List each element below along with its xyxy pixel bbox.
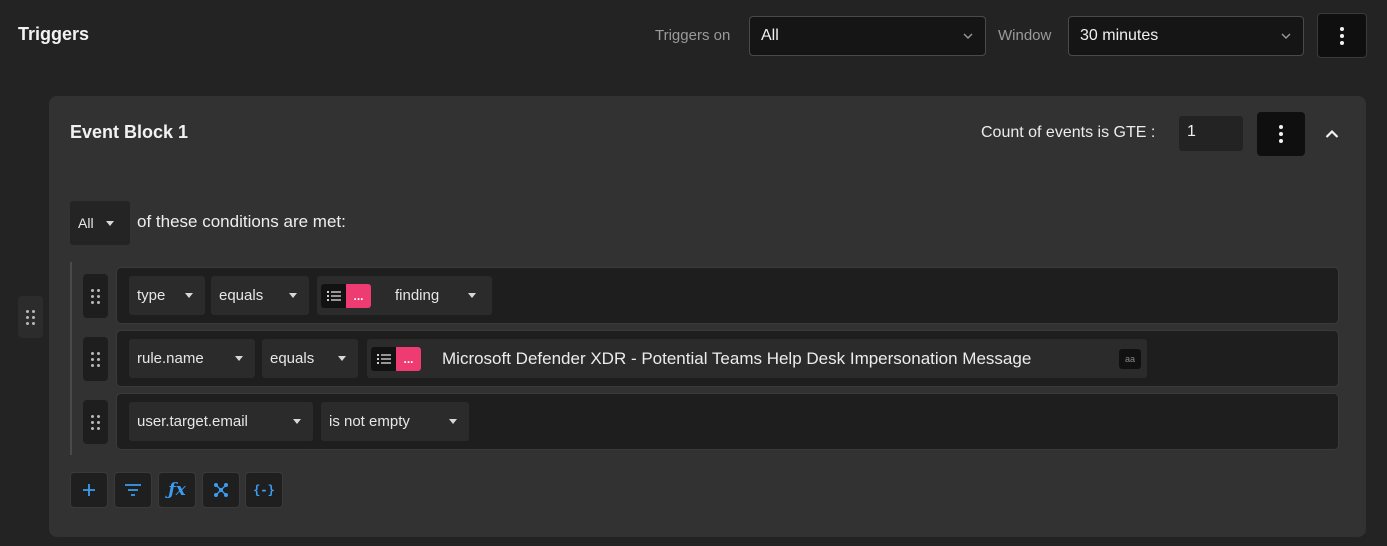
group-drag-handle[interactable] bbox=[18, 296, 43, 338]
caret-down-icon bbox=[235, 356, 243, 361]
condition-2-operator: equals bbox=[270, 350, 315, 367]
caret-down-icon bbox=[449, 419, 457, 424]
list-icon bbox=[326, 290, 341, 301]
triggers-on-select[interactable]: All bbox=[749, 16, 986, 56]
condition-3-operator: is not empty bbox=[329, 413, 410, 430]
conditions-text: of these conditions are met: bbox=[137, 212, 346, 231]
chevron-down-icon bbox=[1281, 33, 1291, 39]
page-title: Triggers bbox=[18, 24, 90, 44]
chevron-up-icon bbox=[1325, 129, 1339, 138]
tree-line bbox=[70, 262, 72, 455]
window-value: 30 minutes bbox=[1080, 27, 1159, 44]
row-3-drag-handle[interactable] bbox=[83, 400, 108, 444]
variable-icon: {-} bbox=[253, 483, 275, 497]
window-label: Window bbox=[998, 27, 1052, 44]
more-vertical-icon bbox=[1279, 125, 1283, 143]
condition-1-field-select[interactable]: type bbox=[129, 276, 205, 315]
condition-2-operator-select[interactable]: equals bbox=[262, 339, 358, 378]
add-filter-button[interactable] bbox=[114, 472, 152, 508]
caret-down-icon bbox=[105, 220, 114, 226]
condition-1-operator: equals bbox=[219, 287, 264, 304]
row-1-drag-handle[interactable] bbox=[83, 274, 108, 318]
caret-down-icon bbox=[185, 293, 193, 298]
count-label: Count of events is GTE : bbox=[981, 124, 1156, 141]
value-type-badge[interactable]: ... bbox=[396, 346, 421, 371]
filter-icon bbox=[125, 484, 141, 496]
add-group-button[interactable] bbox=[202, 472, 240, 508]
window-select[interactable]: 30 minutes bbox=[1068, 16, 1304, 56]
condition-1-value-group: ... finding bbox=[317, 276, 492, 315]
condition-1-value-select[interactable]: finding bbox=[371, 287, 492, 304]
condition-row-2: rule.name equals ... Microsoft Defender … bbox=[116, 330, 1339, 387]
more-vertical-icon bbox=[1340, 26, 1344, 45]
plus-icon bbox=[83, 484, 95, 496]
network-icon bbox=[214, 483, 228, 497]
chevron-down-icon bbox=[963, 33, 973, 39]
caret-down-icon bbox=[468, 293, 476, 298]
list-icon bbox=[376, 353, 391, 364]
condition-2-value: Microsoft Defender XDR - Potential Teams… bbox=[442, 348, 1032, 368]
caret-down-icon bbox=[293, 419, 301, 424]
event-block-title: Event Block 1 bbox=[70, 122, 189, 142]
triggers-on-label: Triggers on bbox=[655, 27, 731, 44]
condition-row-1: type equals ... finding bbox=[116, 267, 1339, 324]
value-type-badge[interactable]: ... bbox=[346, 283, 371, 308]
condition-3-field: user.target.email bbox=[137, 413, 248, 430]
triggers-on-value: All bbox=[761, 27, 779, 44]
condition-1-field: type bbox=[137, 287, 166, 304]
match-mode-value: All bbox=[78, 215, 94, 231]
drag-handle-icon bbox=[91, 351, 100, 367]
function-icon: ƒx bbox=[168, 480, 186, 500]
count-input[interactable]: 1 bbox=[1179, 116, 1243, 151]
add-variable-button[interactable]: {-} bbox=[245, 472, 283, 508]
caret-down-icon bbox=[289, 293, 297, 298]
row-2-drag-handle[interactable] bbox=[83, 337, 108, 381]
condition-3-field-select[interactable]: user.target.email bbox=[129, 402, 313, 441]
caret-down-icon bbox=[338, 356, 346, 361]
collapse-button[interactable] bbox=[1320, 124, 1344, 144]
list-type-button[interactable] bbox=[321, 283, 346, 308]
condition-1-value: finding bbox=[395, 287, 440, 304]
condition-2-field: rule.name bbox=[137, 350, 204, 367]
event-block-more-button[interactable] bbox=[1257, 112, 1305, 156]
add-condition-button[interactable] bbox=[70, 472, 108, 508]
match-mode-select[interactable]: All bbox=[70, 201, 130, 245]
condition-2-field-select[interactable]: rule.name bbox=[129, 339, 255, 378]
drag-handle-icon bbox=[91, 414, 100, 430]
condition-3-operator-select[interactable]: is not empty bbox=[321, 402, 469, 441]
condition-2-value-input[interactable]: Microsoft Defender XDR - Potential Teams… bbox=[421, 348, 1147, 369]
condition-1-operator-select[interactable]: equals bbox=[211, 276, 309, 315]
list-type-button[interactable] bbox=[371, 346, 396, 371]
header-more-button[interactable] bbox=[1317, 13, 1367, 58]
condition-row-3: user.target.email is not empty bbox=[116, 393, 1339, 450]
drag-handle-icon bbox=[91, 288, 100, 304]
case-sensitivity-badge[interactable]: aa bbox=[1119, 348, 1141, 369]
drag-handle-icon bbox=[26, 309, 35, 325]
add-function-button[interactable]: ƒx bbox=[158, 472, 196, 508]
condition-2-value-group: ... Microsoft Defender XDR - Potential T… bbox=[367, 339, 1147, 378]
